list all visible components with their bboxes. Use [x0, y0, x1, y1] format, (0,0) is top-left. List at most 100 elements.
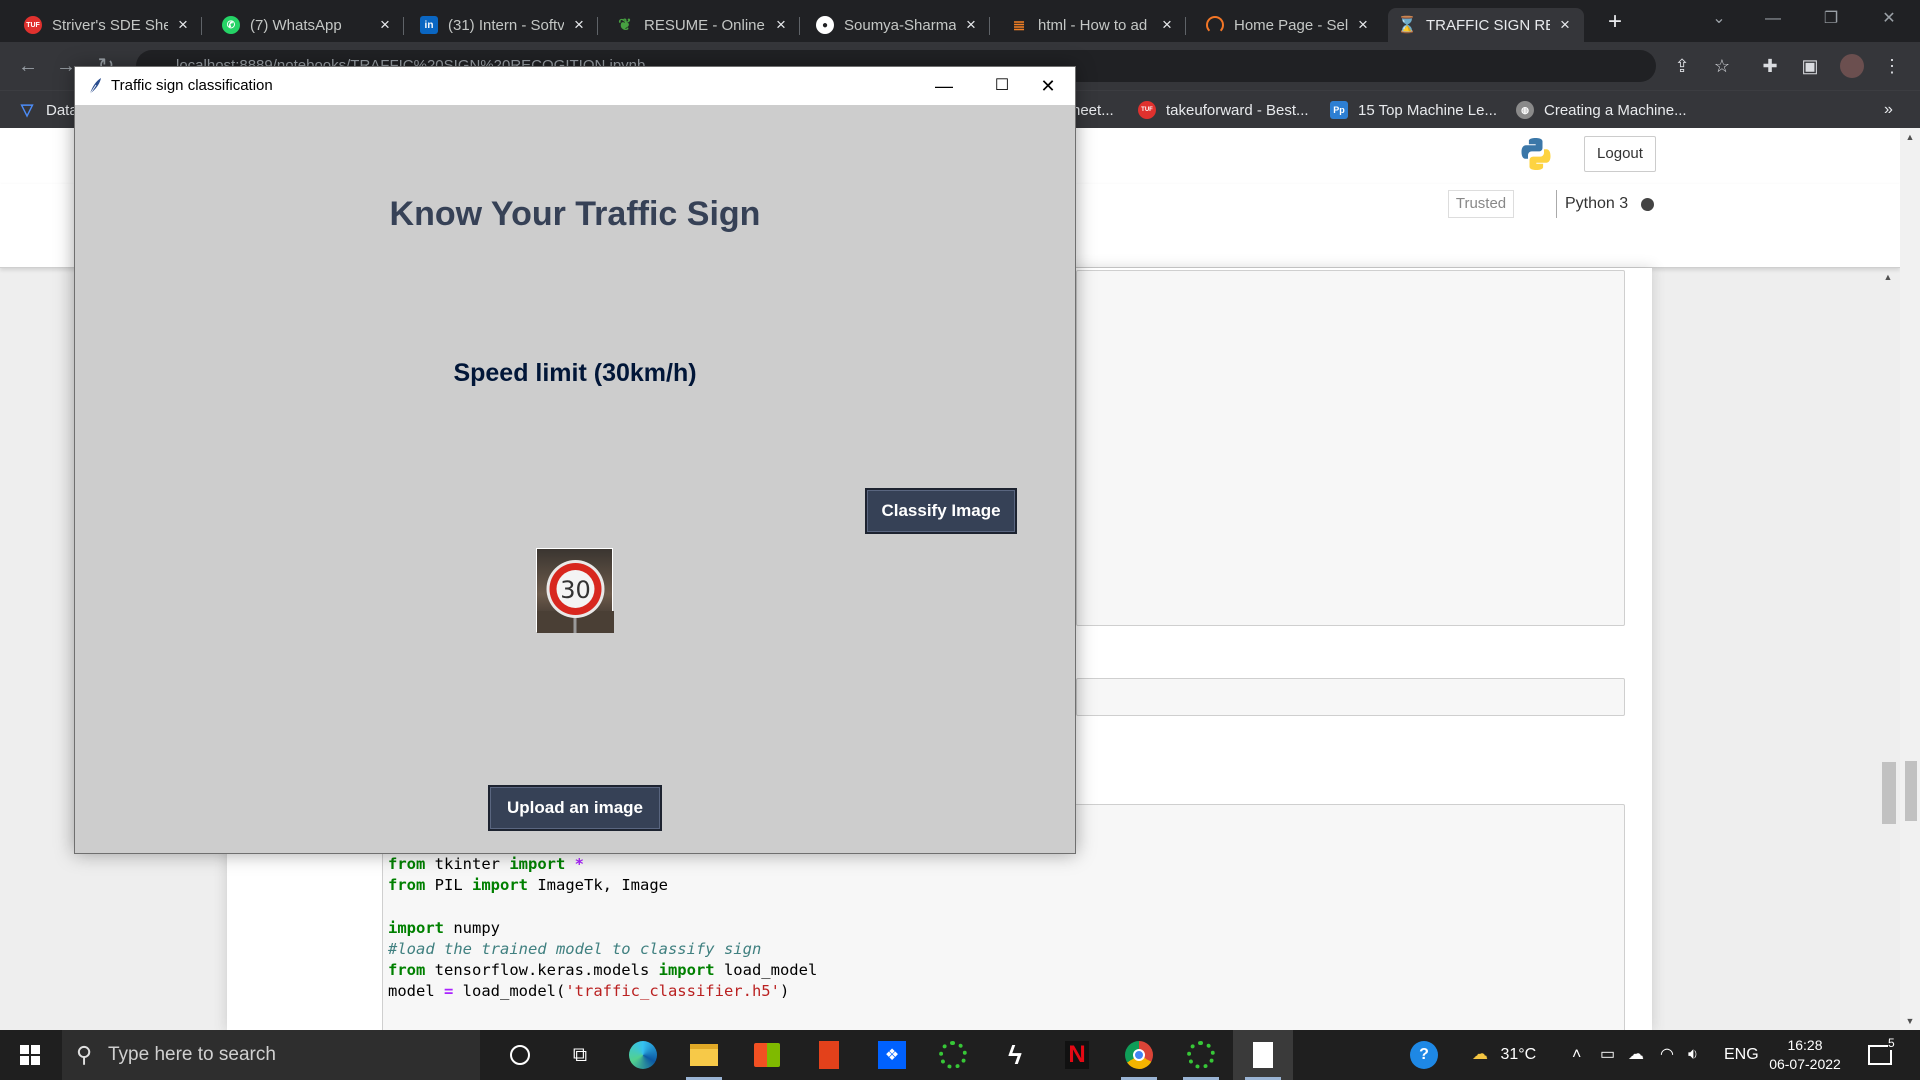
file-explorer-icon[interactable] [674, 1030, 734, 1080]
tab-traffic-sign-notebook[interactable]: ⌛ TRAFFIC SIGN RE × [1388, 8, 1584, 42]
menu-kebab-icon[interactable]: ⋮ [1878, 52, 1906, 80]
dropbox-icon[interactable]: ❖ [862, 1030, 922, 1080]
scroll-up-icon[interactable]: ▲ [1882, 272, 1894, 282]
sync-app-running-icon[interactable] [1171, 1030, 1231, 1080]
scroll-thumb[interactable] [1882, 762, 1896, 824]
code-editor[interactable]: from tkinter import * from PIL import Ima… [388, 854, 817, 1002]
volume-icon[interactable]: 🔉︎ [1688, 1030, 1698, 1080]
tuf-icon: TUF [24, 16, 42, 34]
tab-selenium-home[interactable]: Home Page - Sel × [1196, 8, 1382, 42]
profile-avatar[interactable] [1838, 52, 1866, 80]
input-language[interactable]: ENG [1724, 1030, 1759, 1080]
side-panel-icon[interactable]: ▣ [1796, 52, 1824, 80]
search-placeholder: Type here to search [108, 1044, 276, 1065]
app-minimize-icon[interactable]: — [915, 67, 973, 105]
tab-strivers-sde-sheet[interactable]: TUF Striver's SDE Shee × [14, 8, 202, 42]
code-token: ImageTk, Image [528, 876, 668, 895]
netflix-icon[interactable]: N [1047, 1030, 1107, 1080]
back-icon[interactable]: ← [14, 52, 42, 80]
browser-tab-strip: TUF Striver's SDE Shee × ✆ (7) WhatsApp … [0, 0, 1920, 42]
code-token: PIL [425, 876, 472, 895]
bookmark-label: Creating a Machine... [1544, 101, 1687, 119]
bookmark-star-icon[interactable]: ☆ [1708, 52, 1736, 80]
battery-icon[interactable]: ▭ [1600, 1030, 1615, 1080]
scroll-up-icon[interactable]: ▲ [1904, 132, 1916, 142]
microsoft-store-icon[interactable] [737, 1030, 797, 1080]
chrome-icon[interactable] [1109, 1030, 1169, 1080]
close-tab-icon[interactable]: × [772, 15, 790, 35]
code-line: #load the trained model to classify sign [388, 939, 817, 960]
classify-image-button[interactable]: Classify Image [865, 488, 1017, 534]
python-tk-app-icon[interactable] [1233, 1030, 1293, 1080]
app-title-bar[interactable]: Traffic sign classification — ☐ ✕ [75, 67, 1075, 105]
code-line: model = load_model('traffic_classifier.h… [388, 981, 817, 1002]
cortana-icon[interactable] [490, 1030, 550, 1080]
more-bookmarks-icon[interactable]: » [1884, 99, 1893, 121]
extensions-icon[interactable]: ✚ [1756, 52, 1784, 80]
code-token: import [388, 918, 444, 937]
close-tab-icon[interactable]: × [1556, 15, 1574, 35]
code-token: import [509, 855, 566, 873]
close-tab-icon[interactable]: × [962, 15, 980, 35]
bookmark-top-machine-learning[interactable]: Pp 15 Top Machine Le... [1330, 99, 1497, 121]
close-tab-icon[interactable]: × [376, 15, 394, 35]
office-icon[interactable] [799, 1030, 859, 1080]
bookmark-creating-a-machine[interactable]: ◍ Creating a Machine... [1516, 99, 1687, 121]
logout-button[interactable]: Logout [1584, 136, 1656, 172]
tab-resume-overleaf[interactable]: ❦ RESUME - Online × [606, 8, 800, 42]
tab-whatsapp[interactable]: ✆ (7) WhatsApp × [212, 8, 404, 42]
edge-icon[interactable] [613, 1030, 673, 1080]
tab-title: Striver's SDE Shee [52, 16, 168, 34]
close-window-icon[interactable]: ✕ [1866, 0, 1912, 38]
bookmark-label: takeuforward - Best... [1166, 101, 1309, 119]
sync-app-icon[interactable] [923, 1030, 983, 1080]
python-logo-icon [1521, 138, 1551, 170]
scroll-thumb[interactable] [1905, 761, 1917, 821]
restore-icon[interactable]: ❐ [1808, 0, 1854, 38]
globe-icon: ◍ [1516, 101, 1534, 119]
code-line: from PIL import ImageTk, Image [388, 875, 817, 896]
bookmark-data[interactable]: ▽ Data [18, 99, 78, 121]
clock-date: 06-07-2022 [1769, 1056, 1841, 1072]
close-tab-icon[interactable]: × [174, 15, 192, 35]
bookmark-label: heet... [1072, 101, 1114, 119]
minimize-icon[interactable]: — [1750, 0, 1796, 38]
tab-stackoverflow[interactable]: ≣ html - How to ad × [1000, 8, 1186, 42]
close-tab-icon[interactable]: × [1354, 15, 1372, 35]
system-clock[interactable]: 16:28 06-07-2022 [1766, 1036, 1844, 1074]
code-cell[interactable] [1076, 270, 1625, 626]
page-scrollbar[interactable]: ▲ ▼ [1900, 128, 1920, 1030]
tab-title: (31) Intern - Softv [448, 16, 564, 34]
sign-number: 30 [560, 576, 591, 604]
tab-linkedin[interactable]: in (31) Intern - Softv × [410, 8, 598, 42]
close-tab-icon[interactable]: × [1158, 15, 1176, 35]
help-icon[interactable]: ? [1410, 1030, 1438, 1080]
new-tab-button[interactable]: + [1600, 8, 1630, 38]
upload-image-button[interactable]: Upload an image [488, 785, 662, 831]
tk-feather-icon [89, 78, 101, 95]
scroll-down-icon[interactable]: ▼ [1904, 1016, 1916, 1026]
code-token: * [565, 855, 584, 873]
close-tab-icon[interactable]: × [570, 15, 588, 35]
app-close-icon[interactable]: ✕ [1019, 67, 1077, 105]
taskbar-search-box[interactable]: ⚲ Type here to search [62, 1030, 480, 1080]
code-cell[interactable] [1076, 678, 1625, 716]
code-token: ) [779, 982, 790, 1001]
sublime-icon[interactable]: ϟ [985, 1030, 1045, 1080]
notebook-scrollbar[interactable]: ▲ [1878, 268, 1898, 1030]
weather-widget[interactable]: ☁ 31°C [1472, 1030, 1536, 1080]
tab-github[interactable]: ● Soumya-Sharma- × [806, 8, 990, 42]
bookmark-sheet[interactable]: heet... [1072, 99, 1114, 121]
trusted-indicator[interactable]: Trusted [1448, 190, 1514, 218]
show-hidden-icons-icon[interactable]: ˄ [1572, 1030, 1581, 1080]
cloud-sync-icon[interactable]: ☁ [1628, 1030, 1644, 1080]
windows-start-icon[interactable] [20, 1045, 40, 1065]
tab-search-icon[interactable]: ⌄ [1696, 0, 1742, 38]
task-view-icon[interactable]: ⧉ [550, 1030, 610, 1080]
bookmark-takeuforward[interactable]: TUF takeuforward - Best... [1138, 99, 1309, 121]
wifi-icon[interactable]: ◠ [1660, 1030, 1674, 1080]
code-line: from tensorflow.keras.models import load… [388, 960, 817, 981]
share-icon[interactable]: ⇪ [1668, 52, 1696, 80]
kernel-name[interactable]: Python 3 [1556, 190, 1628, 218]
notifications-icon[interactable]: 5 [1868, 1030, 1895, 1080]
